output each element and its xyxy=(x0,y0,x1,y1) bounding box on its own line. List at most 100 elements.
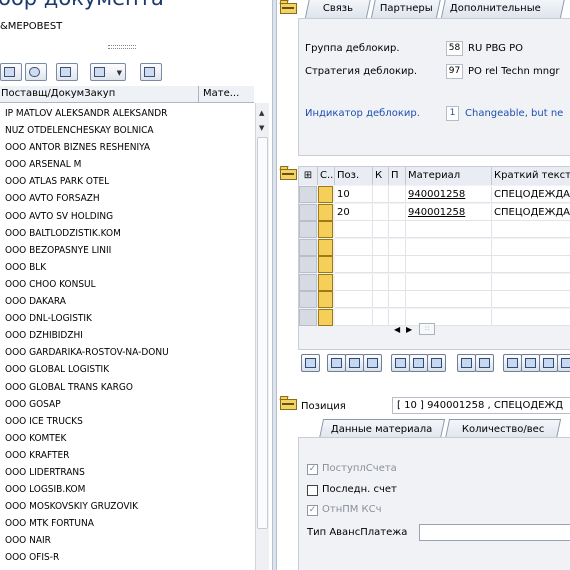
item-detail-fold-icon[interactable] xyxy=(279,396,298,410)
vendor-list-item[interactable]: OOO AVTO FORSAZH xyxy=(0,190,198,207)
layout-menu-button[interactable]: ▼ xyxy=(90,63,126,81)
items-fold-icon[interactable] xyxy=(279,166,298,180)
tab-communication[interactable]: Связь xyxy=(304,0,372,18)
item-cell[interactable] xyxy=(389,221,406,238)
item-text-cell[interactable] xyxy=(492,238,570,256)
item-pos-cell[interactable] xyxy=(335,256,373,273)
hscroll-right-icon[interactable]: ▶ xyxy=(406,325,412,334)
item-cell[interactable] xyxy=(389,273,406,291)
select-block-button[interactable] xyxy=(345,354,364,372)
item-cell[interactable] xyxy=(389,186,406,203)
item-text-cell[interactable]: СПЕЦОДЕЖДА xyxy=(492,203,570,221)
item-pos-cell[interactable] xyxy=(335,308,373,326)
vendor-list-item[interactable]: OOO LIDERTRANS xyxy=(0,464,198,481)
vendor-list-item[interactable]: OOO OFIS-R xyxy=(0,549,198,566)
row-selector[interactable] xyxy=(299,273,317,291)
unlock-button[interactable] xyxy=(427,354,446,372)
row-selector[interactable] xyxy=(299,308,317,326)
row-selector[interactable] xyxy=(299,256,317,273)
vendor-list-item[interactable]: OOO ATLAS PARK OTEL xyxy=(0,173,198,190)
item-status-cell[interactable] xyxy=(318,186,333,203)
item-status-cell[interactable] xyxy=(318,203,333,221)
tab-quantity-weight[interactable]: Количество/вес xyxy=(444,419,562,439)
scroll-up-icon[interactable]: ▲ xyxy=(259,109,264,117)
copy-button[interactable] xyxy=(457,354,476,372)
item-selector[interactable]: [ 10 ] 940001258 , СПЕЦОДЕЖД xyxy=(392,397,570,414)
item-cell[interactable] xyxy=(389,291,406,308)
refresh-button[interactable] xyxy=(25,63,47,81)
vendor-list-item[interactable]: OOO KOMTEK xyxy=(0,430,198,447)
col-p-header[interactable]: П xyxy=(389,167,406,185)
selection-variant-button[interactable] xyxy=(0,63,22,81)
advance-payment-input[interactable] xyxy=(419,524,570,541)
sort-desc-button[interactable] xyxy=(521,354,540,372)
vendor-list-item[interactable]: OOO ARSENAL M xyxy=(0,156,198,173)
item-cell[interactable] xyxy=(373,273,389,291)
delete-button[interactable] xyxy=(391,354,410,372)
tab-material-data[interactable]: Данные материала xyxy=(318,419,446,439)
column-separator[interactable] xyxy=(198,86,199,103)
gr-based-iv-checkbox[interactable]: ✓ xyxy=(307,505,318,516)
col-item-header[interactable]: Поз. xyxy=(335,167,373,185)
vendor-list-item[interactable]: OOO KRAFTER xyxy=(0,447,198,464)
hierarchy-button[interactable] xyxy=(140,63,162,81)
vendor-list-item[interactable]: NUZ OTDELENCHESKAY BOLNICA xyxy=(0,122,198,139)
item-status-cell[interactable] xyxy=(318,291,333,308)
lock-button[interactable] xyxy=(409,354,428,372)
row-selector[interactable] xyxy=(299,186,317,203)
item-material-cell[interactable]: 940001258 xyxy=(406,203,492,221)
scroll-thumb[interactable] xyxy=(257,137,268,529)
item-pos-cell[interactable] xyxy=(335,221,373,238)
item-cell[interactable] xyxy=(373,291,389,308)
vendor-list-item[interactable]: IP MATLOV ALEKSANDR ALEKSANDR xyxy=(0,105,198,122)
row-selector[interactable] xyxy=(299,203,317,221)
item-cell[interactable] xyxy=(373,186,389,203)
item-material-cell[interactable] xyxy=(406,291,492,308)
item-text-cell[interactable] xyxy=(492,308,570,326)
total-button[interactable] xyxy=(557,354,570,372)
item-status-cell[interactable] xyxy=(318,256,333,273)
tab-partners[interactable]: Партнеры xyxy=(370,0,442,18)
vendor-list-item[interactable]: OOO CHOO KONSUL xyxy=(0,276,198,293)
item-pos-cell[interactable] xyxy=(335,273,373,291)
item-cell[interactable] xyxy=(389,256,406,273)
item-material-cell[interactable]: 940001258 xyxy=(406,186,492,203)
vendor-list-item[interactable]: OOO BLK xyxy=(0,259,198,276)
item-material-cell[interactable] xyxy=(406,273,492,291)
splitter-grip[interactable] xyxy=(108,45,136,49)
details-button[interactable] xyxy=(301,354,320,372)
item-cell[interactable] xyxy=(389,238,406,256)
row-selector[interactable] xyxy=(299,291,317,308)
find-button[interactable] xyxy=(56,63,78,81)
item-material-cell[interactable] xyxy=(406,256,492,273)
tab-additional[interactable]: Дополнительные xyxy=(440,0,566,18)
vendor-list-item[interactable]: OOO BEZOPASNYE LINII xyxy=(0,242,198,259)
item-pos-cell[interactable]: 20 xyxy=(335,203,373,221)
item-status-cell[interactable] xyxy=(318,308,333,326)
select-all-button[interactable] xyxy=(327,354,346,372)
col-k-header[interactable]: К xyxy=(373,167,389,185)
final-invoice-checkbox[interactable] xyxy=(307,485,318,496)
vendor-list-item[interactable]: OOO GOSAP xyxy=(0,396,198,413)
vendor-list-item[interactable]: OOO MOSKOVSKIY GRUZOVIK xyxy=(0,498,198,515)
item-status-cell[interactable] xyxy=(318,238,333,256)
item-pos-cell[interactable] xyxy=(335,238,373,256)
item-text-cell[interactable] xyxy=(492,256,570,273)
col-material-header[interactable]: Материал xyxy=(406,167,492,185)
vendor-list-item[interactable]: OOO DZHIBIDZHI xyxy=(0,327,198,344)
column-material-header[interactable]: Мате... xyxy=(203,88,239,99)
item-text-cell[interactable] xyxy=(492,221,570,238)
item-cell[interactable] xyxy=(373,238,389,256)
item-text-cell[interactable] xyxy=(492,291,570,308)
item-text-cell[interactable]: СПЕЦОДЕЖДА xyxy=(492,186,570,203)
column-vendor-header[interactable]: Поставщ/ДокумЗакуп xyxy=(1,88,115,99)
filter-button[interactable] xyxy=(539,354,558,372)
vendor-list-item[interactable]: OOO LOGSIB.KOM xyxy=(0,481,198,498)
item-status-cell[interactable] xyxy=(318,273,333,291)
vertical-scrollbar[interactable]: ▲ ▼ xyxy=(255,103,269,570)
vendor-list-item[interactable]: OOO GLOBAL LOGISTIK xyxy=(0,361,198,378)
header-fold-icon[interactable] xyxy=(279,0,298,14)
scroll-down-icon[interactable]: ▼ xyxy=(259,124,264,132)
row-selector[interactable] xyxy=(299,238,317,256)
select-all-icon[interactable]: ⊞ xyxy=(299,167,318,185)
